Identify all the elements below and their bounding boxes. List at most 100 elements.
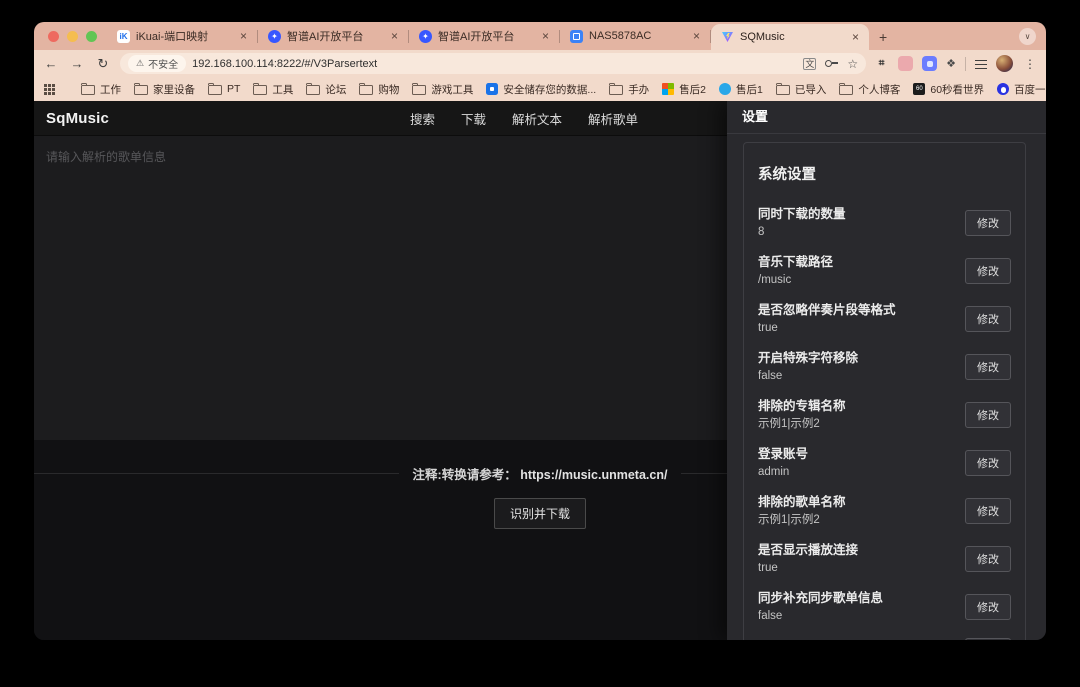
apps-grid-icon[interactable] [44, 84, 55, 95]
modify-button[interactable]: 修改 [965, 498, 1011, 524]
url-text[interactable]: 192.168.100.114:8222/#/V3Parsertext [192, 58, 797, 70]
microsoft-favicon [662, 83, 674, 95]
profile-avatar[interactable] [996, 55, 1013, 72]
setting-value: admin [758, 465, 808, 479]
bookmark-item[interactable]: 售后1 [719, 82, 763, 97]
bookmark-label: 个人博客 [858, 82, 900, 97]
modify-button[interactable]: 修改 [965, 546, 1011, 572]
setting-label: 是否显示播放连接 [758, 542, 858, 558]
modify-button[interactable]: 修改 [965, 402, 1011, 428]
setting-label: 开启特殊字符移除 [758, 350, 858, 366]
modify-button[interactable]: 修改 [965, 450, 1011, 476]
folder-icon [81, 85, 95, 95]
site-favicon [486, 83, 498, 95]
browser-toolbar: ← → ↻ ⚠ 不安全 192.168.100.114:8222/#/V3Par… [34, 50, 1046, 77]
bookmark-item[interactable]: 已导入 [776, 82, 827, 97]
modify-button[interactable]: 修改 [965, 354, 1011, 380]
web-page: SqMusic 搜索 下载 解析文本 解析歌单 请输入解析的歌单信息 注释:转换… [34, 101, 1046, 640]
extensions-puzzle-icon[interactable]: ❖ [946, 57, 956, 70]
bookmark-item[interactable]: 个人博客 [839, 82, 900, 97]
tab-zhipu-2[interactable]: ✦ 智谱AI开放平台 × [409, 22, 559, 50]
bookmark-item[interactable]: 论坛 [306, 82, 346, 97]
bookmark-item[interactable]: 购物 [359, 82, 399, 97]
security-chip[interactable]: ⚠ 不安全 [128, 55, 186, 72]
reading-list-icon[interactable] [975, 59, 987, 69]
menu-dots-icon[interactable]: ⋮ [1022, 57, 1038, 71]
screenshot-extension-icon[interactable]: ⌗ [874, 56, 889, 71]
back-icon[interactable]: ← [42, 56, 60, 71]
tab-ikuai[interactable]: iK iKuai-端口映射 × [107, 22, 257, 50]
setting-label: 登录账号 [758, 446, 808, 462]
modify-button[interactable]: 修改 [965, 306, 1011, 332]
baidu-favicon [997, 83, 1009, 95]
close-tab-icon[interactable]: × [389, 30, 400, 42]
bookmark-item[interactable]: 安全储存您的数据... [486, 82, 596, 97]
bookmark-item[interactable]: PT [208, 83, 240, 95]
tab-title: NAS5878AC [589, 30, 685, 42]
minimize-window-button[interactable] [67, 31, 78, 42]
bookmark-label: 家里设备 [153, 82, 195, 97]
bookmark-item[interactable]: 售后2 [662, 82, 706, 97]
close-tab-icon[interactable]: × [691, 30, 702, 42]
password-key-icon[interactable] [825, 59, 838, 68]
zoom-window-button[interactable] [86, 31, 97, 42]
nas-favicon [570, 30, 583, 43]
forward-icon[interactable]: → [68, 56, 86, 71]
browser-window: iK iKuai-端口映射 × ✦ 智谱AI开放平台 × ✦ 智谱AI开放平台 … [34, 22, 1046, 640]
folder-icon [306, 85, 320, 95]
bookmark-label: 已导入 [795, 82, 827, 97]
bookmark-label: PT [227, 83, 240, 95]
settings-card: 系统设置 同时下载的数量 8 修改 音乐下载路径 /music 修改 [743, 142, 1026, 640]
bookmark-star-icon[interactable]: ☆ [847, 57, 858, 71]
address-bar[interactable]: ⚠ 不安全 192.168.100.114:8222/#/V3Parsertex… [120, 53, 866, 74]
setting-label: 排除的歌单名称 [758, 494, 846, 510]
setting-row-download-path: 音乐下载路径 /music 修改 [758, 254, 1011, 287]
bookmark-item[interactable]: 游戏工具 [412, 82, 473, 97]
setting-value: 8 [758, 225, 846, 239]
bookmark-item[interactable]: 手办 [609, 82, 649, 97]
tab-zhipu-1[interactable]: ✦ 智谱AI开放平台 × [258, 22, 408, 50]
nav-parse-text[interactable]: 解析文本 [512, 109, 562, 128]
bookmark-label: 售后1 [736, 82, 763, 97]
close-tab-icon[interactable]: × [540, 30, 551, 42]
new-tab-button[interactable]: + [869, 29, 897, 45]
setting-value: true [758, 321, 896, 335]
translate-icon[interactable]: 文 [803, 58, 816, 70]
security-label: 不安全 [148, 56, 178, 71]
address-bar-icons: 文 ☆ [803, 57, 858, 71]
nav-search[interactable]: 搜索 [410, 109, 435, 128]
tab-nas[interactable]: NAS5878AC × [560, 22, 710, 50]
nav-download[interactable]: 下载 [461, 109, 486, 128]
setting-value: false [758, 369, 858, 383]
bookmark-item[interactable]: 家里设备 [134, 82, 195, 97]
settings-drawer: 设置 系统设置 同时下载的数量 8 修改 音乐下载路径 /music [727, 101, 1046, 640]
bookmark-item[interactable]: 工作 [81, 82, 121, 97]
bookmark-item[interactable]: 百度一下，你就知道 [997, 82, 1046, 97]
recognize-download-button[interactable]: 识别并下载 [494, 498, 586, 529]
setting-row-special-symbol-config: 特殊符号配置 修改 [758, 638, 1011, 640]
nav-parse-playlist[interactable]: 解析歌单 [588, 109, 638, 128]
close-tab-icon[interactable]: × [238, 30, 249, 42]
reload-icon[interactable]: ↻ [94, 56, 112, 72]
extension-icon[interactable] [898, 56, 913, 71]
modify-button[interactable]: 修改 [965, 258, 1011, 284]
ikuai-favicon: iK [117, 30, 130, 43]
note-url[interactable]: https://music.unmeta.cn/ [520, 468, 667, 482]
modify-button[interactable]: 修改 [965, 638, 1011, 640]
bookmarks-bar: 工作 家里设备 PT 工具 论坛 购物 游戏工具 安全储存您的数据... 手办 … [34, 77, 1046, 101]
close-window-button[interactable] [48, 31, 59, 42]
modify-button[interactable]: 修改 [965, 210, 1011, 236]
setting-label: 同时下载的数量 [758, 206, 846, 222]
bookmark-item[interactable]: 6060秒看世界 [913, 82, 984, 97]
bookmark-label: 游戏工具 [431, 82, 473, 97]
extension-icon[interactable] [922, 56, 937, 71]
settings-title: 设置 [727, 101, 1046, 134]
setting-row-concurrent-downloads: 同时下载的数量 8 修改 [758, 206, 1011, 239]
tab-sqmusic-active[interactable]: SQMusic × [711, 24, 869, 50]
tab-search-chevron-icon[interactable]: ∨ [1019, 28, 1036, 45]
setting-label: 排除的专辑名称 [758, 398, 846, 414]
note-text: 注释:转换请参考： https://music.unmeta.cn/ [413, 464, 668, 483]
bookmark-item[interactable]: 工具 [253, 82, 293, 97]
modify-button[interactable]: 修改 [965, 594, 1011, 620]
close-tab-icon[interactable]: × [850, 31, 861, 43]
